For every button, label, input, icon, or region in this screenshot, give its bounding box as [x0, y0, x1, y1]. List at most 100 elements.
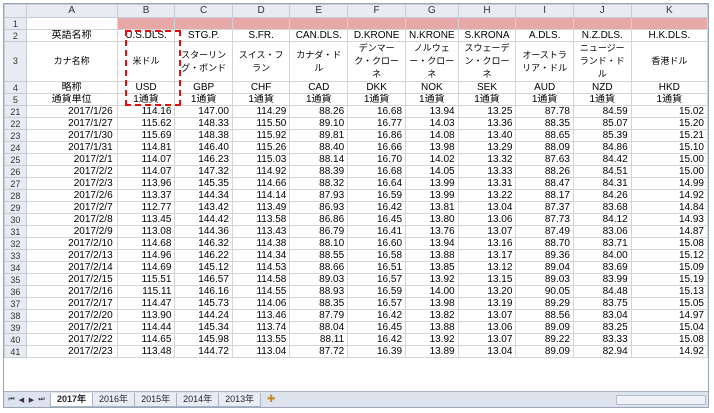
- cell[interactable]: 通貨単位: [25, 93, 118, 106]
- rate-cell[interactable]: 146.32: [174, 237, 233, 250]
- rate-cell[interactable]: 88.65: [515, 129, 574, 142]
- rate-cell[interactable]: 114.14: [231, 189, 291, 202]
- rate-cell[interactable]: 88.39: [289, 165, 349, 178]
- column-header-h[interactable]: H: [457, 4, 517, 18]
- rate-cell[interactable]: 144.36: [174, 225, 233, 238]
- rate-cell[interactable]: 86.93: [289, 201, 349, 214]
- row-header[interactable]: 25: [4, 153, 27, 166]
- cell[interactable]: カナダ・ドル: [289, 41, 349, 82]
- rate-cell[interactable]: 13.04: [457, 345, 517, 358]
- rate-cell[interactable]: 13.40: [457, 129, 517, 142]
- cell[interactable]: スターリング・ポンド: [174, 41, 233, 82]
- rate-cell[interactable]: 90.05: [515, 285, 574, 298]
- rate-cell[interactable]: 87.63: [515, 153, 574, 166]
- rate-cell[interactable]: 16.86: [347, 129, 407, 142]
- rate-cell[interactable]: 88.32: [289, 177, 349, 190]
- row-header[interactable]: 31: [4, 225, 27, 238]
- rate-cell[interactable]: 16.42: [347, 201, 407, 214]
- rate-cell[interactable]: 86.86: [289, 213, 349, 226]
- rate-cell[interactable]: 115.03: [231, 153, 291, 166]
- rate-cell[interactable]: 84.59: [572, 105, 632, 118]
- cell[interactable]: 米ドル: [116, 41, 176, 82]
- date-cell[interactable]: 2017/1/26: [25, 105, 118, 118]
- rate-cell[interactable]: 15.00: [630, 165, 708, 178]
- rate-cell[interactable]: 146.22: [174, 249, 233, 262]
- rate-cell[interactable]: 87.79: [289, 309, 349, 322]
- rate-cell[interactable]: 16.51: [347, 261, 407, 274]
- column-header-j[interactable]: J: [572, 4, 632, 18]
- cell[interactable]: USD: [116, 81, 176, 94]
- rate-cell[interactable]: 114.96: [116, 249, 176, 262]
- rate-cell[interactable]: 13.94: [405, 105, 459, 118]
- rate-cell[interactable]: 89.09: [515, 345, 574, 358]
- rate-cell[interactable]: 83.06: [572, 225, 632, 238]
- rate-cell[interactable]: 113.37: [116, 189, 176, 202]
- rate-cell[interactable]: 114.07: [116, 165, 176, 178]
- cell[interactable]: スウェーデン・クローネ: [457, 41, 517, 82]
- row-header[interactable]: 3: [4, 41, 27, 82]
- rate-cell[interactable]: 113.46: [231, 309, 291, 322]
- cell[interactable]: 1通貨: [347, 93, 407, 106]
- cell[interactable]: CAD: [289, 81, 349, 94]
- rate-cell[interactable]: 83.71: [572, 237, 632, 250]
- rate-cell[interactable]: 14.87: [630, 225, 708, 238]
- cell[interactable]: AUD: [515, 81, 574, 94]
- rate-cell[interactable]: 13.89: [405, 345, 459, 358]
- rate-cell[interactable]: 14.92: [630, 189, 708, 202]
- rate-cell[interactable]: 14.92: [630, 345, 708, 358]
- rate-cell[interactable]: 15.13: [630, 285, 708, 298]
- rate-cell[interactable]: 145.34: [174, 321, 233, 334]
- rate-cell[interactable]: 15.10: [630, 141, 708, 154]
- rate-cell[interactable]: 84.00: [572, 249, 632, 262]
- rate-cell[interactable]: 13.06: [457, 321, 517, 334]
- rate-cell[interactable]: 145.98: [174, 333, 233, 346]
- rate-cell[interactable]: 14.99: [630, 177, 708, 190]
- date-cell[interactable]: 2017/2/20: [25, 309, 118, 322]
- spreadsheet-grid[interactable]: A B C D E F G H I J K 1 2 英語名称 U.S.DLS. STG.P. S.FR. CAN.…: [4, 4, 708, 358]
- rate-cell[interactable]: 15.08: [630, 333, 708, 346]
- cell[interactable]: H.K.DLS.: [630, 29, 708, 42]
- column-header-a[interactable]: A: [25, 4, 118, 18]
- row-header[interactable]: 36: [4, 285, 27, 298]
- row-header[interactable]: 26: [4, 165, 27, 178]
- rate-cell[interactable]: 83.25: [572, 321, 632, 334]
- sheet-tab[interactable]: 2014年: [176, 392, 220, 407]
- rate-cell[interactable]: 113.90: [116, 309, 176, 322]
- sheet-tab[interactable]: 2015年: [134, 392, 178, 407]
- date-cell[interactable]: 2017/2/15: [25, 273, 118, 286]
- rate-cell[interactable]: 89.22: [515, 333, 574, 346]
- rate-cell[interactable]: 84.26: [572, 189, 632, 202]
- rate-cell[interactable]: 14.02: [405, 153, 459, 166]
- rate-cell[interactable]: 88.55: [289, 249, 349, 262]
- row-header[interactable]: 35: [4, 273, 27, 286]
- rate-cell[interactable]: 13.76: [405, 225, 459, 238]
- cell[interactable]: DKK: [347, 81, 407, 94]
- select-all-corner[interactable]: [4, 4, 27, 18]
- cell[interactable]: [572, 17, 632, 30]
- cell[interactable]: ニュージーランド・ドル: [572, 41, 632, 82]
- rate-cell[interactable]: 144.42: [174, 213, 233, 226]
- rate-cell[interactable]: 89.09: [515, 321, 574, 334]
- cell[interactable]: [116, 17, 176, 30]
- rate-cell[interactable]: 114.66: [231, 177, 291, 190]
- date-cell[interactable]: 2017/2/6: [25, 189, 118, 202]
- rate-cell[interactable]: 88.11: [289, 333, 349, 346]
- rate-cell[interactable]: 89.36: [515, 249, 574, 262]
- rate-cell[interactable]: 13.07: [457, 333, 517, 346]
- rate-cell[interactable]: 147.00: [174, 105, 233, 118]
- row-header[interactable]: 32: [4, 237, 27, 250]
- rate-cell[interactable]: 13.88: [405, 321, 459, 334]
- rate-cell[interactable]: 84.12: [572, 213, 632, 226]
- date-cell[interactable]: 2017/2/10: [25, 237, 118, 250]
- cell[interactable]: CAN.DLS.: [289, 29, 349, 42]
- row-header[interactable]: 39: [4, 321, 27, 334]
- date-cell[interactable]: 2017/2/1: [25, 153, 118, 166]
- rate-cell[interactable]: 85.39: [572, 129, 632, 142]
- cell[interactable]: 香港ドル: [630, 41, 708, 82]
- column-header-d[interactable]: D: [231, 4, 291, 18]
- rate-cell[interactable]: 114.29: [231, 105, 291, 118]
- column-header-g[interactable]: G: [405, 4, 459, 18]
- rate-cell[interactable]: 115.11: [116, 285, 176, 298]
- cell[interactable]: [289, 17, 349, 30]
- rate-cell[interactable]: 88.66: [289, 261, 349, 274]
